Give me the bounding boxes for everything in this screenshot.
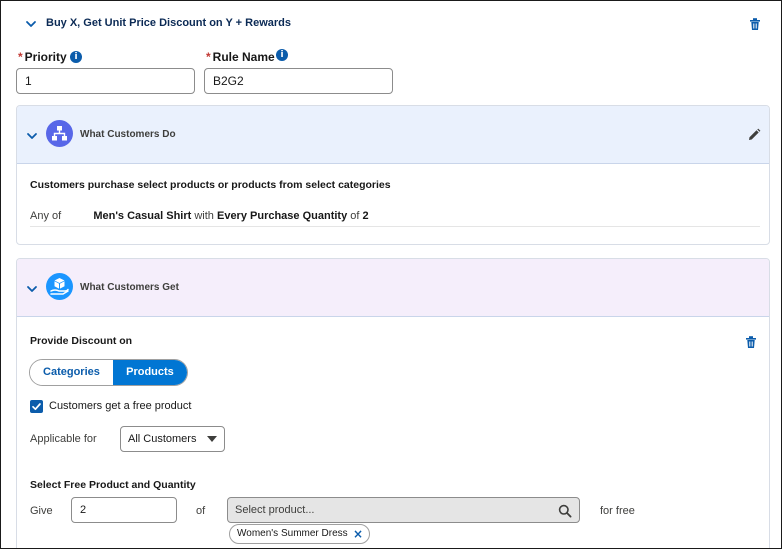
priority-input[interactable]: 1: [16, 68, 195, 94]
customers-do-condition: Any of Men's Casual Shirt with Every Pur…: [30, 210, 369, 222]
chevron-down-icon[interactable]: [26, 130, 38, 142]
customers-do-description: Customers purchase select products or pr…: [30, 179, 391, 191]
what-customers-do-header[interactable]: What Customers Do: [17, 106, 769, 164]
rule-title: Buy X, Get Unit Price Discount on Y + Re…: [46, 17, 292, 29]
applicable-for-label: Applicable for: [30, 433, 97, 445]
applicable-for-select[interactable]: All Customers: [120, 426, 225, 452]
caret-down-icon: [207, 436, 217, 442]
rule-header: Buy X, Get Unit Price Discount on Y + Re…: [1, 1, 781, 45]
provide-discount-label: Provide Discount on: [30, 335, 133, 347]
chevron-down-icon[interactable]: [26, 283, 38, 295]
priority-info-icon[interactable]: i: [70, 51, 82, 63]
condition-product: Men's Casual Shirt: [93, 210, 192, 222]
priority-label: * Priority: [18, 50, 67, 64]
select-free-product-label: Select Free Product and Quantity: [30, 479, 196, 491]
edit-pencil-icon[interactable]: [747, 128, 761, 142]
rule-panel: Buy X, Get Unit Price Discount on Y + Re…: [0, 0, 782, 549]
what-customers-get-header[interactable]: What Customers Get: [17, 259, 769, 317]
divider: [30, 226, 760, 227]
of-label: of: [196, 505, 206, 517]
delete-rule-icon[interactable]: [748, 17, 762, 31]
product-search-input[interactable]: Select product...: [227, 497, 580, 523]
remove-pill-icon[interactable]: ×: [353, 525, 363, 543]
discount-type-toggle: Categories Products: [29, 359, 188, 386]
free-product-checkbox[interactable]: [30, 400, 43, 413]
what-customers-get-card: What Customers Get Provide Discount on C…: [16, 258, 770, 548]
rule-name-info-icon[interactable]: i: [276, 49, 288, 61]
what-customers-do-title: What Customers Do: [80, 129, 176, 140]
tab-categories[interactable]: Categories: [30, 360, 113, 385]
rule-name-input[interactable]: B2G2: [204, 68, 393, 94]
delete-discount-icon[interactable]: [744, 335, 758, 349]
hierarchy-icon: [46, 120, 73, 147]
selected-product-pill: Women's Summer Dress ×: [229, 524, 370, 544]
gift-box-hand-icon: [46, 273, 73, 300]
tab-products[interactable]: Products: [112, 360, 187, 385]
search-icon[interactable]: [558, 503, 572, 518]
rule-name-label: * Rule Name: [206, 50, 275, 64]
free-product-checkbox-label[interactable]: Customers get a free product: [49, 400, 191, 412]
what-customers-get-title: What Customers Get: [80, 282, 179, 293]
for-free-label: for free: [600, 505, 635, 517]
chevron-down-icon[interactable]: [25, 18, 37, 30]
give-quantity-input[interactable]: 2: [71, 497, 177, 523]
give-label: Give: [30, 505, 53, 517]
condition-quantity: 2: [362, 210, 369, 222]
what-customers-do-card: What Customers Do Customers purchase sel…: [16, 105, 770, 245]
